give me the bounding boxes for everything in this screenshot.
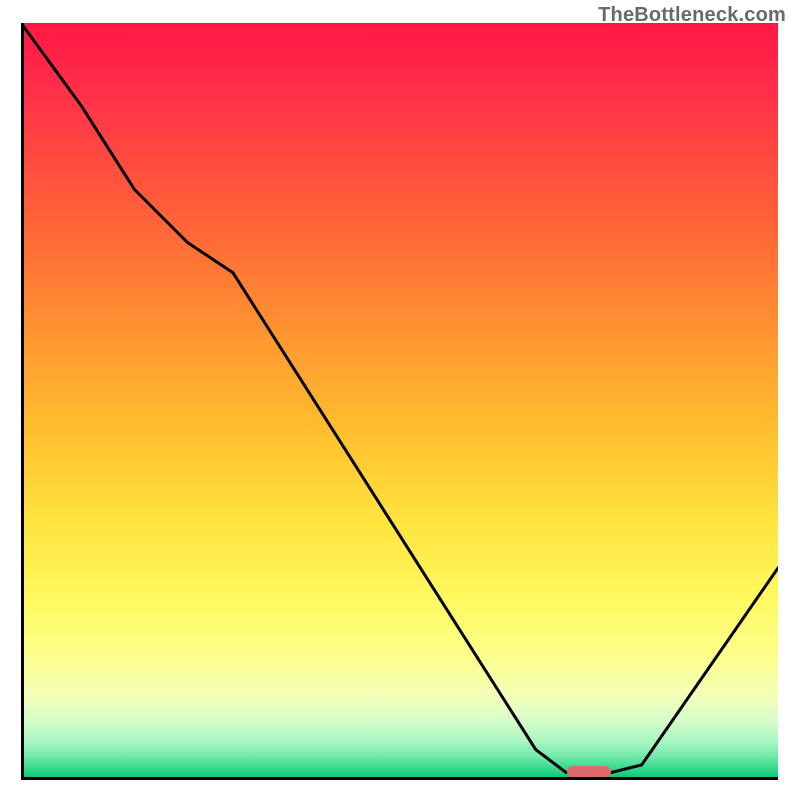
chart-curve	[21, 23, 778, 780]
x-axis	[21, 777, 778, 780]
y-axis	[21, 23, 24, 780]
plot-area	[21, 23, 778, 780]
